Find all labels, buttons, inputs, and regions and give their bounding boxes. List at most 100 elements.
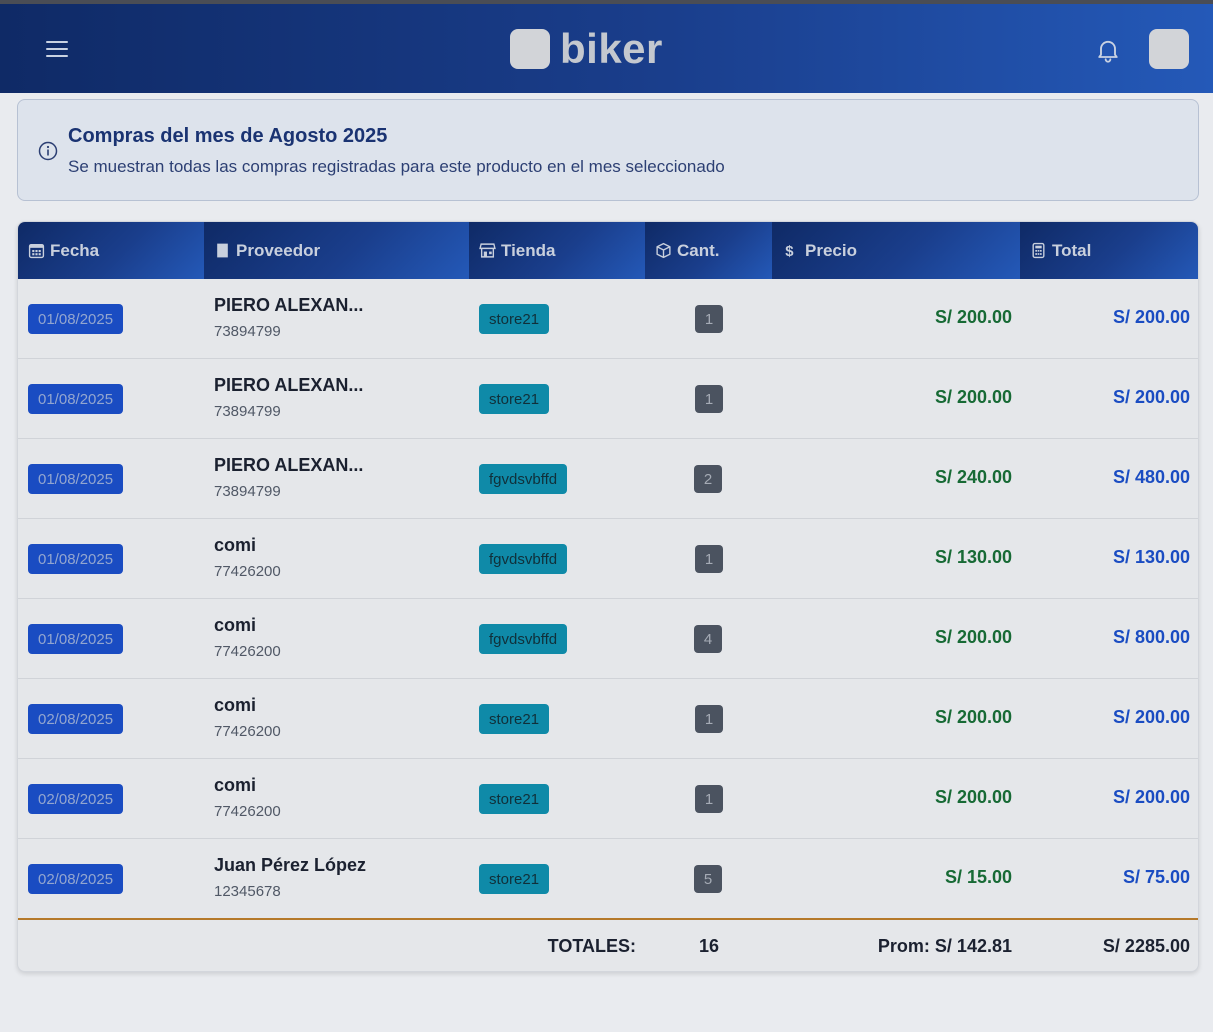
column-header-proveedor[interactable]: Proveedor [204,222,469,279]
date-badge[interactable]: 02/08/2025 [28,704,124,734]
provider-name: PIERO ALEXAN... [214,295,364,315]
quantity-badge: 4 [694,625,722,653]
quantity-badge: 5 [694,865,722,893]
table-row[interactable]: 02/08/2025 Juan Pérez López 12345678 sto… [18,839,1198,919]
table-header: Fecha Proveedor Tienda Cant. $ Precio To… [18,222,1198,279]
row-total: S/ 200.00 [1112,707,1190,727]
svg-text:$: $ [785,244,794,259]
total-quantity: 16 [699,936,720,956]
store-badge: fgvdsvbffd [479,464,568,494]
unit-price: S/ 200.00 [934,387,1012,407]
provider-name: PIERO ALEXAN... [214,455,364,475]
provider-document: 77426200 [214,643,281,660]
info-alert: Compras del mes de Agosto 2025 Se muestr… [17,99,1199,201]
column-header-label: Fecha [50,240,100,260]
provider-document: 77426200 [214,723,281,740]
quantity-badge: 1 [695,545,723,573]
store-badge: fgvdsvbffd [479,624,568,654]
column-header-label: Cant. [677,240,720,260]
provider-document: 12345678 [214,883,281,900]
calendar-icon [28,243,45,259]
quantity-badge: 1 [695,305,723,333]
row-total: S/ 130.00 [1112,547,1190,567]
store-badge: store21 [479,864,550,894]
provider-document: 77426200 [214,563,281,580]
bell-icon[interactable] [1094,36,1122,64]
provider-document: 77426200 [214,803,281,820]
provider-name: comi [214,775,257,795]
quantity-badge: 1 [695,705,723,733]
unit-price: S/ 200.00 [934,627,1012,647]
column-header-label: Proveedor [236,240,321,260]
unit-price: S/ 240.00 [934,467,1012,487]
unit-price: S/ 130.00 [934,547,1012,567]
row-total: S/ 800.00 [1112,627,1190,647]
column-header-precio[interactable]: $ Precio [772,222,1020,279]
column-header-label: Total [1052,240,1092,260]
document-icon [217,243,228,258]
quantity-badge: 1 [695,785,723,813]
date-badge[interactable]: 01/08/2025 [28,624,124,654]
date-badge[interactable]: 01/08/2025 [28,464,124,494]
store-badge: store21 [479,384,550,414]
table-row[interactable]: 02/08/2025 comi 77426200 store21 1 S/ 20… [18,759,1198,839]
unit-price: S/ 200.00 [934,787,1012,807]
provider-name: PIERO ALEXAN... [214,375,364,395]
row-total: S/ 200.00 [1112,307,1190,327]
table-row[interactable]: 02/08/2025 comi 77426200 store21 1 S/ 20… [18,679,1198,759]
info-icon [38,141,58,161]
unit-price: S/ 200.00 [934,707,1012,727]
date-badge[interactable]: 01/08/2025 [28,384,124,414]
column-header-label: Tienda [501,240,556,260]
quantity-badge: 2 [694,465,722,493]
provider-name: Juan Pérez López [214,855,367,875]
hamburger-icon[interactable] [38,34,76,64]
box-icon [656,242,671,259]
row-total: S/ 480.00 [1112,467,1190,487]
date-badge[interactable]: 02/08/2025 [28,784,124,814]
average-price: Prom: S/ 142.81 [877,936,1012,956]
row-total: S/ 200.00 [1112,387,1190,407]
provider-name: comi [214,615,257,635]
column-header-cant[interactable]: Cant. [645,222,772,279]
store-badge: store21 [479,704,550,734]
provider-document: 73894799 [214,403,281,420]
provider-document: 73894799 [214,483,281,500]
quantity-badge: 1 [695,385,723,413]
provider-name: comi [214,695,257,715]
table-row[interactable]: 01/08/2025 PIERO ALEXAN... 73894799 stor… [18,279,1198,359]
date-badge[interactable]: 02/08/2025 [28,864,124,894]
table-row[interactable]: 01/08/2025 PIERO ALEXAN... 73894799 fgvd… [18,439,1198,519]
alert-text: Se muestran todas las compras registrada… [68,157,725,176]
brand-name: biker [560,25,663,72]
dollar-icon: $ [785,244,794,259]
table-row[interactable]: 01/08/2025 comi 77426200 fgvdsvbffd 1 S/… [18,519,1198,599]
store-icon [479,243,496,258]
table-row[interactable]: 01/08/2025 PIERO ALEXAN... 73894799 stor… [18,359,1198,439]
column-header-total[interactable]: Total [1020,222,1198,279]
provider-document: 73894799 [214,323,281,340]
column-header-label: Precio [805,240,857,260]
store-badge: store21 [479,784,550,814]
navbar: biker [0,4,1213,93]
column-header-tienda[interactable]: Tienda [469,222,645,279]
date-badge[interactable]: 01/08/2025 [28,304,124,334]
unit-price: S/ 200.00 [934,307,1012,327]
store-badge: fgvdsvbffd [479,544,568,574]
provider-name: comi [214,535,257,555]
totals-label: TOTALES: [547,936,636,956]
column-header-fecha[interactable]: Fecha [18,222,204,279]
purchases-table: Fecha Proveedor Tienda Cant. $ Precio To… [17,221,1199,972]
date-badge[interactable]: 01/08/2025 [28,544,124,574]
brand[interactable]: biker [510,24,663,74]
grand-total: S/ 2285.00 [1102,936,1190,956]
table-row[interactable]: 01/08/2025 comi 77426200 fgvdsvbffd 4 S/… [18,599,1198,679]
avatar[interactable] [1149,29,1189,69]
brand-logo [510,29,550,69]
row-total: S/ 75.00 [1122,867,1190,887]
table-footer: TOTALES: 16 Prom: S/ 142.81 S/ 2285.00 [18,918,1198,971]
unit-price: S/ 15.00 [944,867,1012,887]
calculator-icon [1032,242,1045,259]
row-total: S/ 200.00 [1112,787,1190,807]
store-badge: store21 [479,304,550,334]
